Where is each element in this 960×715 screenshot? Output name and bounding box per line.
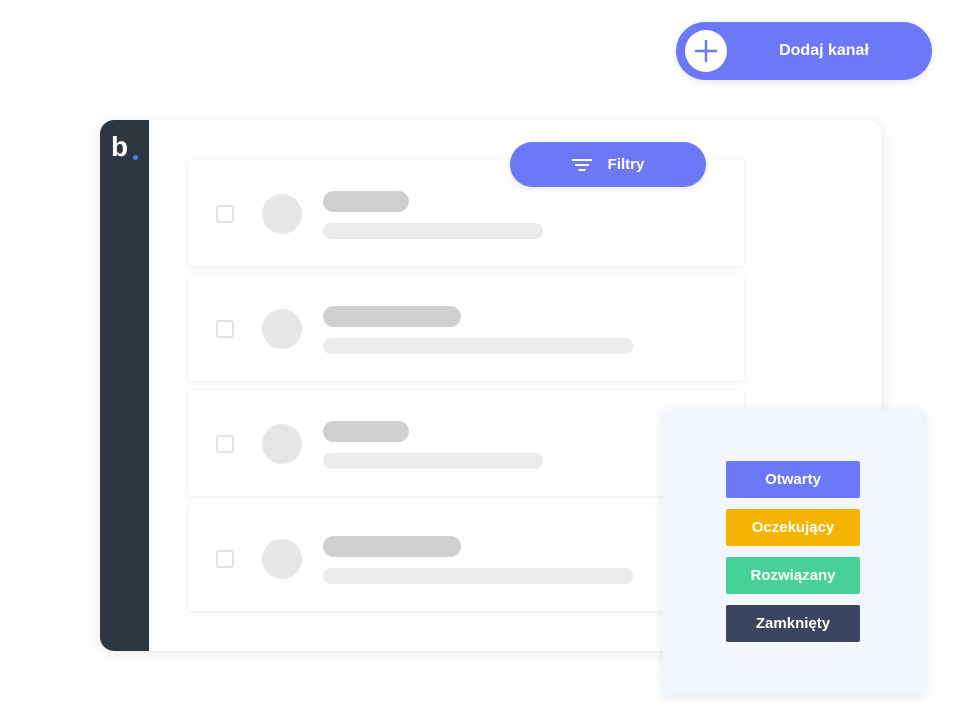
subtitle-placeholder <box>323 453 543 469</box>
title-placeholder <box>323 191 409 212</box>
brand-logo: b <box>111 131 129 162</box>
filter-icon <box>571 158 592 171</box>
sidebar: b <box>100 120 149 651</box>
list-item[interactable] <box>188 505 744 611</box>
avatar <box>262 309 302 349</box>
add-channel-label: Dodaj kanał <box>779 42 869 59</box>
title-placeholder <box>323 306 461 327</box>
status-pending[interactable]: Oczekujący <box>726 509 860 546</box>
status-resolved[interactable]: Rozwiązany <box>726 557 860 594</box>
row-checkbox[interactable] <box>216 205 234 223</box>
subtitle-placeholder <box>323 223 543 239</box>
subtitle-placeholder <box>323 568 633 584</box>
title-placeholder <box>323 421 409 442</box>
list-item[interactable] <box>188 275 744 381</box>
row-checkbox[interactable] <box>216 550 234 568</box>
avatar <box>262 539 302 579</box>
add-channel-button[interactable]: Dodaj kanał <box>676 22 932 80</box>
status-panel: Otwarty Oczekujący Rozwiązany Zamknięty <box>663 410 924 695</box>
status-closed[interactable]: Zamknięty <box>726 605 860 642</box>
filter-button[interactable]: Filtry <box>510 142 706 187</box>
row-checkbox[interactable] <box>216 435 234 453</box>
row-checkbox[interactable] <box>216 320 234 338</box>
filter-label: Filtry <box>607 156 645 173</box>
plus-icon <box>685 30 727 72</box>
title-placeholder <box>323 536 461 557</box>
avatar <box>262 194 302 234</box>
status-open[interactable]: Otwarty <box>726 461 860 498</box>
avatar <box>262 424 302 464</box>
logo-dot <box>133 155 138 160</box>
list-item[interactable] <box>188 390 744 496</box>
subtitle-placeholder <box>323 338 633 354</box>
